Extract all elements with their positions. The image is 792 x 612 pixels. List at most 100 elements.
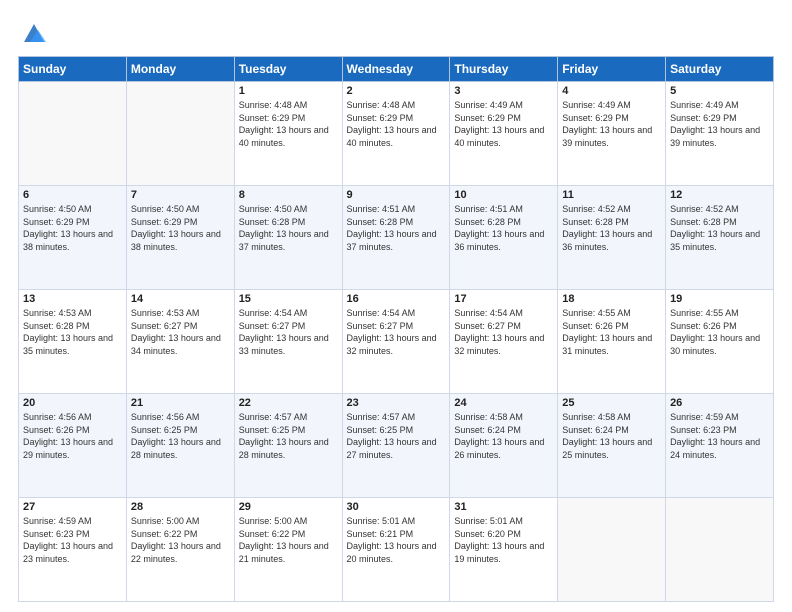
day-info: Sunrise: 4:54 AM Sunset: 6:27 PM Dayligh…	[454, 307, 553, 357]
calendar-cell: 12Sunrise: 4:52 AM Sunset: 6:28 PM Dayli…	[666, 186, 774, 290]
calendar-cell: 28 Sunrise: 5:00 AM Sunset: 6:22 PM Dayli…	[126, 498, 234, 602]
day-info: Sunrise: 4:53 AM Sunset: 6:28 PM Dayligh…	[23, 307, 122, 357]
calendar-header-saturday: Saturday	[666, 57, 774, 82]
day-info: Sunrise: 4:56 AM Sunset: 6:25 PM Dayligh…	[131, 411, 230, 461]
calendar-cell: 6 Sunrise: 4:50 AM Sunset: 6:29 PM Daylig…	[19, 186, 127, 290]
calendar-cell: 10 Sunrise: 4:51 AM Sunset: 6:28 PM Dayli…	[450, 186, 558, 290]
day-info: Sunrise: 4:59 AM Sunset: 6:23 PM Dayligh…	[23, 515, 122, 565]
day-number: 6	[23, 189, 122, 201]
day-info: Sunrise: 5:01 AM Sunset: 6:21 PM Dayligh…	[347, 515, 446, 565]
calendar-cell	[666, 498, 774, 602]
day-info: Sunrise: 5:00 AM Sunset: 6:22 PM Dayligh…	[131, 515, 230, 565]
day-info: Sunrise: 4:57 AM Sunset: 6:25 PM Dayligh…	[239, 411, 338, 461]
day-info: Sunrise: 4:56 AM Sunset: 6:26 PM Dayligh…	[23, 411, 122, 461]
logo-icon	[20, 18, 48, 46]
calendar-cell: 25 Sunrise: 4:58 AM Sunset: 6:24 PM Dayli…	[558, 394, 666, 498]
calendar-cell: 7 Sunrise: 4:50 AM Sunset: 6:29 PM Daylig…	[126, 186, 234, 290]
calendar-cell: 22Sunrise: 4:57 AM Sunset: 6:25 PM Dayli…	[234, 394, 342, 498]
day-info: Sunrise: 5:00 AM Sunset: 6:22 PM Dayligh…	[239, 515, 338, 565]
calendar-cell	[126, 82, 234, 186]
calendar-cell: 9 Sunrise: 4:51 AM Sunset: 6:28 PM Daylig…	[342, 186, 450, 290]
day-info: Sunrise: 4:55 AM Sunset: 6:26 PM Dayligh…	[562, 307, 661, 357]
calendar-header-row: SundayMondayTuesdayWednesdayThursdayFrid…	[19, 57, 774, 82]
day-info: Sunrise: 4:48 AM Sunset: 6:29 PM Dayligh…	[239, 99, 338, 149]
day-number: 30	[347, 501, 446, 513]
day-number: 3	[454, 85, 553, 97]
calendar-week-1: 6 Sunrise: 4:50 AM Sunset: 6:29 PM Daylig…	[19, 186, 774, 290]
calendar-header-thursday: Thursday	[450, 57, 558, 82]
calendar-cell: 21 Sunrise: 4:56 AM Sunset: 6:25 PM Dayli…	[126, 394, 234, 498]
day-info: Sunrise: 4:55 AM Sunset: 6:26 PM Dayligh…	[670, 307, 769, 357]
calendar-cell: 27 Sunrise: 4:59 AM Sunset: 6:23 PM Dayli…	[19, 498, 127, 602]
day-info: Sunrise: 4:51 AM Sunset: 6:28 PM Dayligh…	[347, 203, 446, 253]
logo	[18, 18, 48, 46]
day-number: 19	[670, 293, 769, 305]
calendar-cell: 5Sunrise: 4:49 AM Sunset: 6:29 PM Daylig…	[666, 82, 774, 186]
day-info: Sunrise: 4:51 AM Sunset: 6:28 PM Dayligh…	[454, 203, 553, 253]
page: SundayMondayTuesdayWednesdayThursdayFrid…	[0, 0, 792, 612]
calendar-header-wednesday: Wednesday	[342, 57, 450, 82]
day-info: Sunrise: 4:58 AM Sunset: 6:24 PM Dayligh…	[562, 411, 661, 461]
day-number: 21	[131, 397, 230, 409]
calendar-cell: 19 Sunrise: 4:55 AM Sunset: 6:26 PM Dayli…	[666, 290, 774, 394]
day-info: Sunrise: 4:50 AM Sunset: 6:28 PM Dayligh…	[239, 203, 338, 253]
day-number: 10	[454, 189, 553, 201]
day-number: 14	[131, 293, 230, 305]
day-info: Sunrise: 4:49 AM Sunset: 6:29 PM Dayligh…	[562, 99, 661, 149]
day-info: Sunrise: 4:49 AM Sunset: 6:29 PM Dayligh…	[670, 99, 769, 149]
day-number: 27	[23, 501, 122, 513]
day-number: 4	[562, 85, 661, 97]
calendar-cell: 18 Sunrise: 4:55 AM Sunset: 6:26 PM Dayli…	[558, 290, 666, 394]
calendar-cell: 30 Sunrise: 5:01 AM Sunset: 6:21 PM Dayli…	[342, 498, 450, 602]
day-info: Sunrise: 4:57 AM Sunset: 6:25 PM Dayligh…	[347, 411, 446, 461]
calendar-table: SundayMondayTuesdayWednesdayThursdayFrid…	[18, 56, 774, 602]
day-info: Sunrise: 4:49 AM Sunset: 6:29 PM Dayligh…	[454, 99, 553, 149]
day-number: 7	[131, 189, 230, 201]
calendar-cell: 29 Sunrise: 5:00 AM Sunset: 6:22 PM Dayli…	[234, 498, 342, 602]
day-info: Sunrise: 4:53 AM Sunset: 6:27 PM Dayligh…	[131, 307, 230, 357]
calendar-cell: 14 Sunrise: 4:53 AM Sunset: 6:27 PM Dayli…	[126, 290, 234, 394]
calendar-week-4: 27 Sunrise: 4:59 AM Sunset: 6:23 PM Dayli…	[19, 498, 774, 602]
calendar-cell: 15Sunrise: 4:54 AM Sunset: 6:27 PM Dayli…	[234, 290, 342, 394]
day-number: 25	[562, 397, 661, 409]
day-number: 11	[562, 189, 661, 201]
calendar-cell: 31 Sunrise: 5:01 AM Sunset: 6:20 PM Dayli…	[450, 498, 558, 602]
calendar-cell: 11 Sunrise: 4:52 AM Sunset: 6:28 PM Dayli…	[558, 186, 666, 290]
day-number: 9	[347, 189, 446, 201]
day-info: Sunrise: 4:50 AM Sunset: 6:29 PM Dayligh…	[131, 203, 230, 253]
calendar-week-0: 1 Sunrise: 4:48 AM Sunset: 6:29 PM Daylig…	[19, 82, 774, 186]
day-number: 29	[239, 501, 338, 513]
calendar-header-friday: Friday	[558, 57, 666, 82]
day-number: 23	[347, 397, 446, 409]
day-number: 20	[23, 397, 122, 409]
calendar-cell: 1 Sunrise: 4:48 AM Sunset: 6:29 PM Daylig…	[234, 82, 342, 186]
calendar-cell: 4 Sunrise: 4:49 AM Sunset: 6:29 PM Daylig…	[558, 82, 666, 186]
header	[18, 18, 774, 46]
day-number: 17	[454, 293, 553, 305]
calendar-cell	[558, 498, 666, 602]
day-info: Sunrise: 4:48 AM Sunset: 6:29 PM Dayligh…	[347, 99, 446, 149]
calendar-cell: 3 Sunrise: 4:49 AM Sunset: 6:29 PM Daylig…	[450, 82, 558, 186]
calendar-week-2: 13Sunrise: 4:53 AM Sunset: 6:28 PM Dayli…	[19, 290, 774, 394]
calendar-cell: 2Sunrise: 4:48 AM Sunset: 6:29 PM Daylig…	[342, 82, 450, 186]
day-number: 28	[131, 501, 230, 513]
day-number: 26	[670, 397, 769, 409]
day-number: 16	[347, 293, 446, 305]
calendar-cell: 23 Sunrise: 4:57 AM Sunset: 6:25 PM Dayli…	[342, 394, 450, 498]
day-info: Sunrise: 4:52 AM Sunset: 6:28 PM Dayligh…	[562, 203, 661, 253]
calendar-cell: 8Sunrise: 4:50 AM Sunset: 6:28 PM Daylig…	[234, 186, 342, 290]
calendar-cell: 24Sunrise: 4:58 AM Sunset: 6:24 PM Dayli…	[450, 394, 558, 498]
calendar-header-tuesday: Tuesday	[234, 57, 342, 82]
day-number: 15	[239, 293, 338, 305]
calendar-header-sunday: Sunday	[19, 57, 127, 82]
calendar-cell: 26Sunrise: 4:59 AM Sunset: 6:23 PM Dayli…	[666, 394, 774, 498]
day-number: 18	[562, 293, 661, 305]
day-info: Sunrise: 5:01 AM Sunset: 6:20 PM Dayligh…	[454, 515, 553, 565]
day-number: 1	[239, 85, 338, 97]
calendar-header-monday: Monday	[126, 57, 234, 82]
day-info: Sunrise: 4:50 AM Sunset: 6:29 PM Dayligh…	[23, 203, 122, 253]
day-info: Sunrise: 4:54 AM Sunset: 6:27 PM Dayligh…	[347, 307, 446, 357]
calendar-cell: 16 Sunrise: 4:54 AM Sunset: 6:27 PM Dayli…	[342, 290, 450, 394]
day-info: Sunrise: 4:58 AM Sunset: 6:24 PM Dayligh…	[454, 411, 553, 461]
day-number: 31	[454, 501, 553, 513]
